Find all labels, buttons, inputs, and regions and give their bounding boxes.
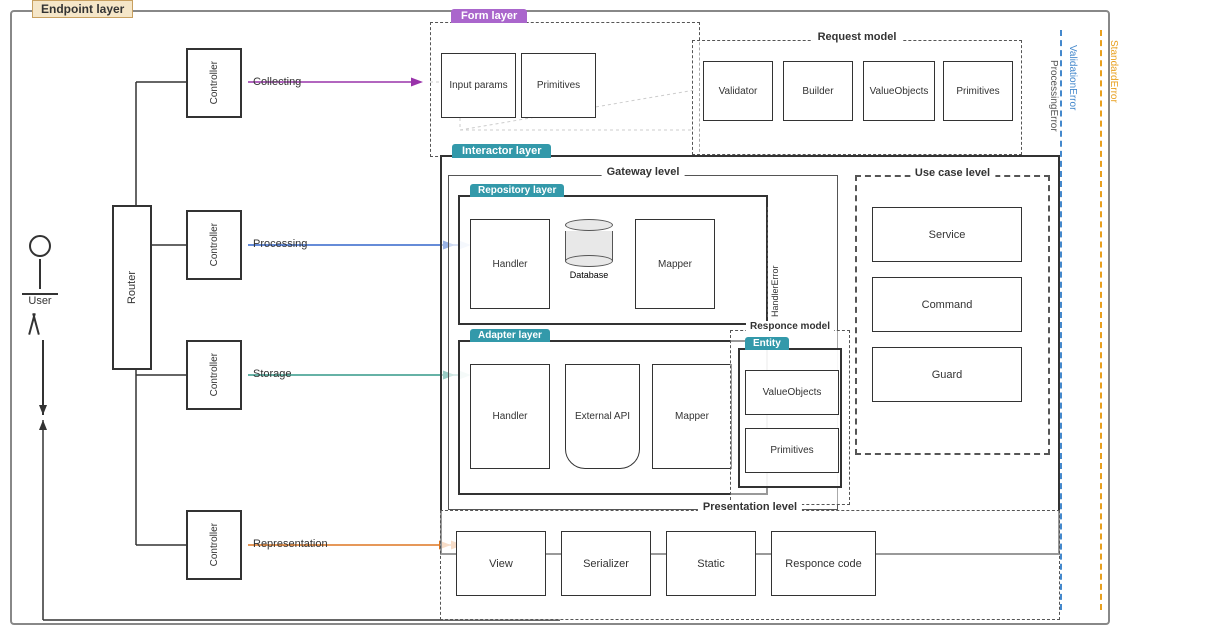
presentation-level: Presentation level View Serializer Stati… xyxy=(440,510,1060,620)
request-model: Request model Validator Builder ValueObj… xyxy=(692,40,1022,155)
user-head xyxy=(29,235,51,257)
form-layer: Form layer Input params Primitives xyxy=(430,22,700,157)
database-box: Database xyxy=(565,219,613,280)
router-box: Router xyxy=(112,205,152,370)
user-arms xyxy=(22,293,58,295)
controller-2-label: Controller xyxy=(209,223,220,266)
user-body xyxy=(39,259,41,289)
controller-3-label: Controller xyxy=(209,353,220,396)
presentation-level-label: Presentation level xyxy=(698,501,802,513)
validation-error-line xyxy=(1060,30,1062,610)
guard-box: Guard xyxy=(872,347,1022,402)
controller-4-label: Controller xyxy=(209,523,220,566)
mapper-box-adapter: Mapper xyxy=(652,364,732,469)
entity-label: Entity xyxy=(745,337,789,350)
standard-error-line xyxy=(1100,30,1102,610)
processing-label: Processing xyxy=(253,238,307,250)
storage-label: Storage xyxy=(253,368,292,380)
controller-2: Controller xyxy=(186,210,242,280)
request-model-label: Request model xyxy=(813,31,902,43)
collecting-label: Collecting xyxy=(253,76,301,88)
form-layer-label: Form layer xyxy=(451,9,527,23)
handler-error-label: HandlerError xyxy=(767,207,780,317)
service-box: Service xyxy=(872,207,1022,262)
user-figure: User xyxy=(22,235,58,307)
command-box: Command xyxy=(872,277,1022,332)
static-box: Static xyxy=(666,531,756,596)
valueobjects-box-entity: ValueObjects xyxy=(745,370,839,415)
usecase-level: Use case level Service Command Guard xyxy=(855,175,1050,455)
controller-4: Controller xyxy=(186,510,242,580)
mapper-box-repo: Mapper xyxy=(635,219,715,309)
responce-model-label: Responce model xyxy=(746,321,834,332)
adapter-layer: Adapter layer Handler External API Mappe… xyxy=(458,340,768,495)
handler-box-adapter: Handler xyxy=(470,364,550,469)
repository-layer-label: Repository layer xyxy=(470,184,564,197)
validation-error-label: ValidationError xyxy=(1067,45,1078,620)
controller-1-label: Controller xyxy=(209,61,220,104)
controller-3: Controller xyxy=(186,340,242,410)
interactor-layer-label: Interactor layer xyxy=(452,144,551,158)
serializer-box: Serializer xyxy=(561,531,651,596)
endpoint-layer-label: Endpoint layer xyxy=(32,0,133,18)
representation-label: Representation xyxy=(253,538,328,550)
primitives-box-entity: Primitives xyxy=(745,428,839,473)
standard-error-label: StandardError xyxy=(1108,40,1119,625)
view-box: View xyxy=(456,531,546,596)
primitives-box-req: Primitives xyxy=(943,61,1013,121)
gateway-level-label: Gateway level xyxy=(602,166,685,178)
input-params-box: Input params xyxy=(441,53,516,118)
responce-code-box: Responce code xyxy=(771,531,876,596)
user-label: User xyxy=(28,295,51,307)
external-api-box: External API xyxy=(565,364,640,469)
valueobjects-box-req: ValueObjects xyxy=(863,61,935,121)
entity-box: Entity ValueObjects Primitives xyxy=(738,348,842,488)
builder-box: Builder xyxy=(783,61,853,121)
primitives-box-form: Primitives xyxy=(521,53,596,118)
handler-box-repo: Handler xyxy=(470,219,550,309)
router-label: Router xyxy=(126,271,138,304)
usecase-level-label: Use case level xyxy=(910,167,995,179)
repository-layer: Repository layer Handler Database Mapper… xyxy=(458,195,768,325)
adapter-layer-label: Adapter layer xyxy=(470,329,550,342)
diagram-container: Endpoint layer ProcessingError Validatio… xyxy=(0,0,1226,638)
validator-box: Validator xyxy=(703,61,773,121)
controller-1: Controller xyxy=(186,48,242,118)
